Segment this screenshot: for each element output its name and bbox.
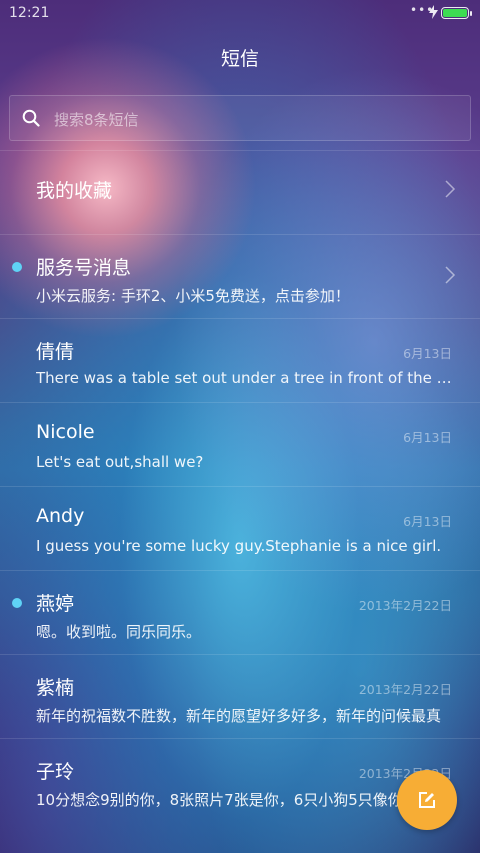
compose-icon (419, 792, 435, 808)
conversation-title: 服务号消息 (36, 257, 132, 279)
conversation-date: 2013年2月22日 (358, 682, 452, 697)
conversation-title: Nicole (36, 421, 95, 443)
chevron-right-icon (445, 180, 456, 198)
charging-bolt-icon (429, 5, 438, 23)
page-title: 短信 (220, 48, 259, 70)
conversation-title: 紫楠 (36, 677, 75, 699)
conversation-preview: I guess you're some lucky guy.Stephanie … (36, 537, 442, 555)
conversation-row[interactable]: Nicole 6月13日 Let's eat out,shall we? (0, 402, 480, 486)
battery-tip (470, 11, 472, 16)
conversation-row[interactable]: Andy 6月13日 I guess you're some lucky guy… (0, 486, 480, 570)
conversation-date: 6月13日 (403, 514, 452, 529)
search-icon (22, 109, 40, 127)
unread-indicator (12, 598, 22, 608)
conversation-title: 子玲 (36, 761, 75, 783)
battery-icon (441, 7, 469, 19)
conversation-row-favorites[interactable]: 我的收藏 (0, 150, 480, 234)
conversation-date: 6月13日 (403, 346, 452, 361)
conversation-row[interactable]: 紫楠 2013年2月22日 新年的祝福数不胜数，新年的愿望好多好多，新年的问候最… (0, 654, 480, 738)
conversation-preview: Let's eat out,shall we? (36, 453, 204, 471)
conversation-title: 燕婷 (36, 593, 75, 615)
chevron-right-icon (445, 266, 456, 284)
conversation-row[interactable]: 燕婷 2013年2月22日 嗯。收到啦。同乐同乐。 (0, 570, 480, 654)
conversation-preview: 新年的祝福数不胜数，新年的愿望好多好多，新年的问候最真 (36, 707, 442, 725)
conversation-date: 2013年2月22日 (358, 598, 452, 613)
conversation-date: 6月13日 (403, 430, 452, 445)
battery-fill (443, 9, 467, 17)
conversation-row[interactable]: 倩倩 6月13日 There was a table set out under… (0, 318, 480, 402)
compose-button[interactable] (397, 770, 457, 830)
conversation-preview: 10分想念9别的你，8张照片7张是你，6只小狗5只像你 (36, 791, 403, 809)
conversation-title: 我的收藏 (36, 180, 113, 202)
conversation-row-service[interactable]: 服务号消息 小米云服务: 手环2、小米5免费送，点击参加！ (0, 234, 480, 318)
conversation-title: 倩倩 (36, 341, 75, 363)
conversation-title: Andy (36, 505, 85, 527)
status-bar: 12:21 ••• (0, 0, 480, 26)
unread-indicator (12, 262, 22, 272)
conversation-list: 我的收藏 服务号消息 小米云服务: 手环2、小米5免费送，点击参加！ 倩倩 6月… (0, 150, 480, 822)
status-time: 12:21 (9, 5, 50, 21)
search-placeholder: 搜索8条短信 (54, 111, 139, 129)
conversation-preview: 嗯。收到啦。同乐同乐。 (36, 623, 202, 641)
conversation-preview: There was a table set out under a tree i… (36, 369, 452, 387)
search-input[interactable]: 搜索8条短信 (9, 95, 471, 141)
conversation-preview: 小米云服务: 手环2、小米5免费送，点击参加！ (36, 287, 350, 305)
sms-app-screen: 12:21 ••• 短信 搜索8条短信 我的收藏 服务号消息 小米云服务: 手环… (0, 0, 480, 853)
